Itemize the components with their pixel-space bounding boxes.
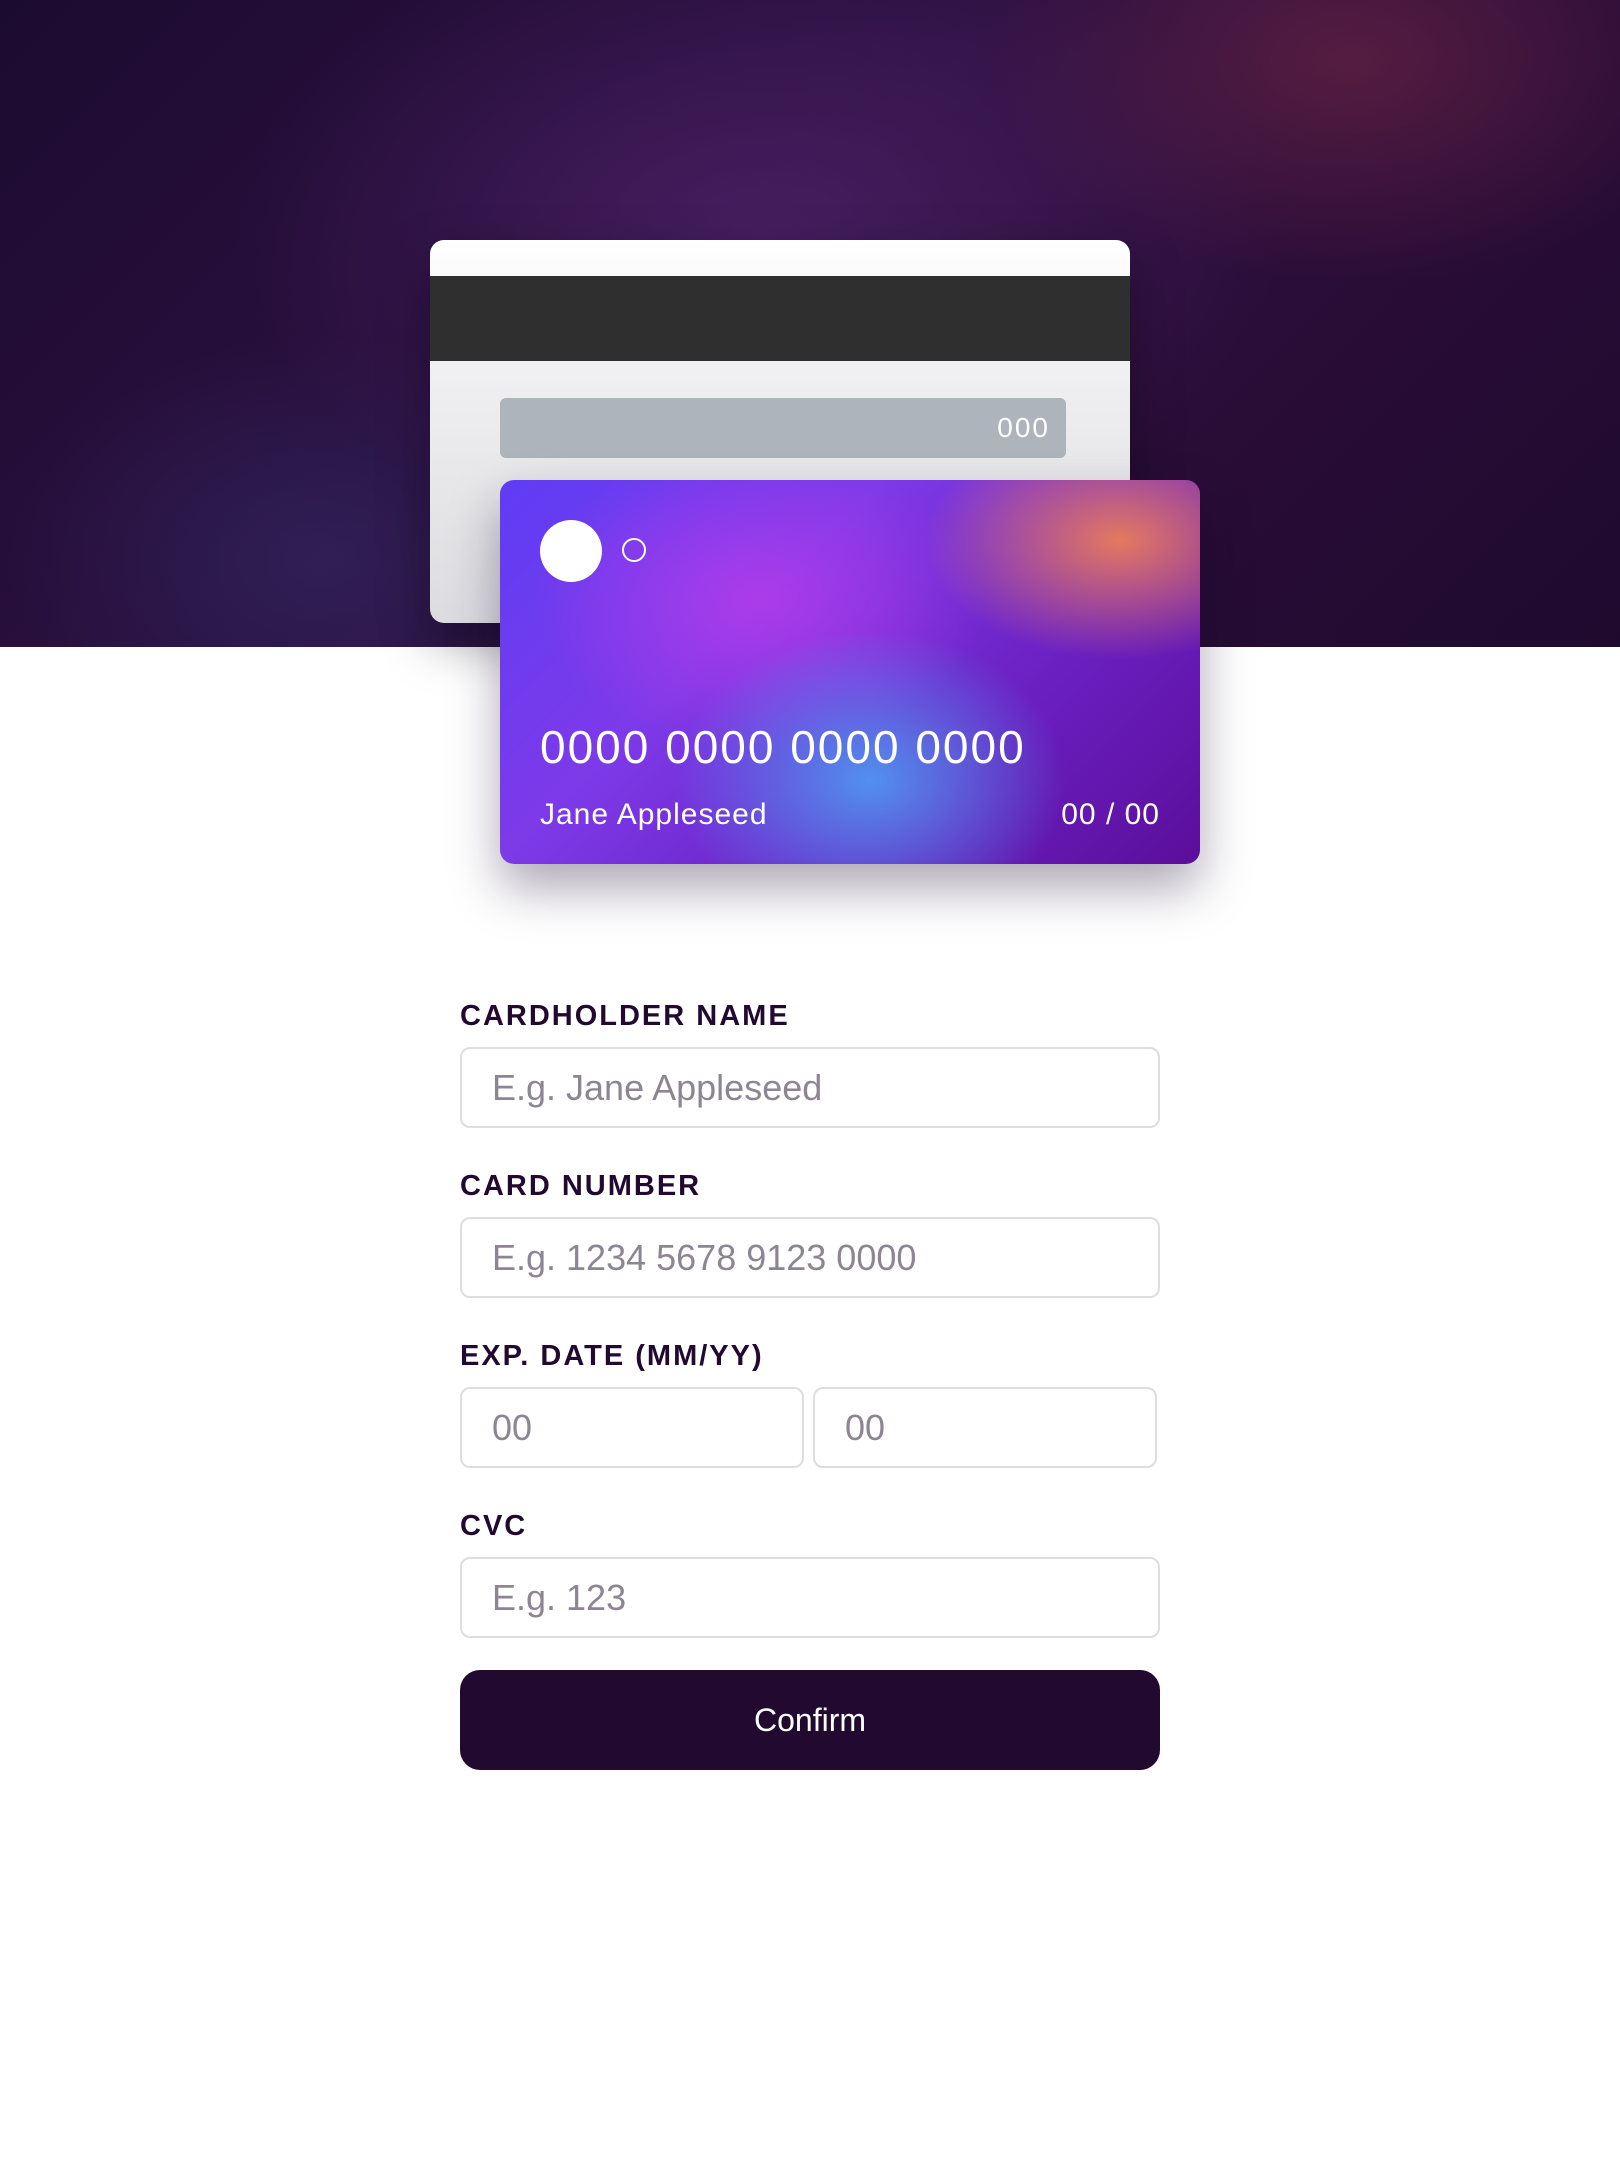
- exp-date-label: EXP. DATE (MM/YY): [460, 1340, 764, 1372]
- card-logo-small-circle-icon: [622, 538, 646, 562]
- exp-month-input[interactable]: [460, 1387, 804, 1468]
- magnetic-stripe: [430, 276, 1130, 361]
- card-back-cvc: 000: [997, 412, 1050, 443]
- card-number-input[interactable]: [460, 1217, 1160, 1298]
- card-expiry-display: 00 / 00: [1061, 798, 1160, 831]
- card-number-display: 0000 0000 0000 0000: [540, 721, 1026, 773]
- card-number-label: CARD NUMBER: [460, 1170, 702, 1202]
- cvc-input[interactable]: [460, 1557, 1160, 1638]
- cardholder-name-input[interactable]: [460, 1047, 1160, 1128]
- exp-year-input[interactable]: [813, 1387, 1157, 1468]
- cardholder-name-label: CARDHOLDER NAME: [460, 1000, 790, 1032]
- confirm-button[interactable]: Confirm: [460, 1670, 1160, 1770]
- signature-strip: 000: [500, 398, 1066, 458]
- card-logo-large-circle-icon: [540, 520, 602, 582]
- card-front: 0000 0000 0000 0000 Jane Appleseed 00 / …: [500, 480, 1200, 864]
- cvc-label: CVC: [460, 1510, 528, 1542]
- cardholder-name-display: Jane Appleseed: [540, 798, 768, 831]
